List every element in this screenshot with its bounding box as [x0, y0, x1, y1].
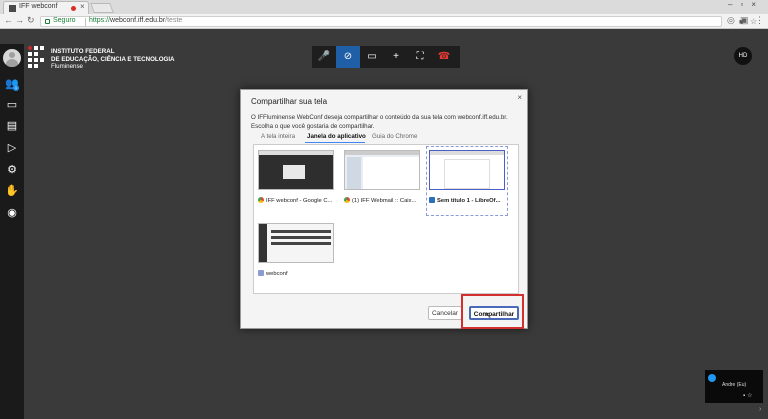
share-screen-dialog: Compartilhar sua tela × O IFFluminense W… [240, 89, 528, 329]
window-label: webconf [258, 270, 338, 277]
fullscreen-icon[interactable]: ⛶ [408, 46, 432, 68]
raise-hand-icon[interactable]: ✋ [5, 184, 19, 198]
window-option[interactable]: IFF webconf - Google C... [256, 147, 336, 215]
dialog-description: O IFFluminense WebConf deseja compartilh… [251, 114, 508, 130]
tab-entire-screen[interactable]: A tela inteira [261, 133, 295, 140]
play-icon[interactable]: ▷ [5, 141, 19, 155]
mouse-cursor-icon: ↖ [485, 311, 492, 320]
tab-application-window[interactable]: Janela do aplicativo [307, 133, 366, 140]
sidebar: 👥 ▭ ▤ ▷ ⚙ ✋ ◉ [0, 44, 24, 419]
call-controls: 🎤 ⊘ ▭ + ⛶ ☎ [312, 46, 460, 68]
writer-icon [429, 197, 435, 203]
browser-tab-strip: IFF webconf × –▫× [0, 0, 768, 14]
close-tab-icon[interactable]: × [80, 2, 85, 11]
window-thumbnail [258, 223, 334, 263]
forward-icon[interactable]: → [15, 15, 24, 25]
expand-arrow-icon[interactable]: › [759, 406, 761, 413]
window-label: Sem título 1 - LibreOf... [429, 197, 509, 204]
chrome-icon [344, 197, 350, 203]
secure-label: Seguro [53, 17, 76, 24]
quality-badge[interactable]: HD [734, 47, 752, 65]
avatar[interactable] [3, 49, 21, 67]
tab-underline [305, 142, 365, 143]
settings-icon[interactable]: ⚙ [5, 163, 19, 177]
menu-icon[interactable]: ⋮ [755, 15, 764, 26]
invite-icon[interactable]: + [384, 46, 408, 68]
eye-icon[interactable]: ◉ [5, 206, 19, 220]
window-controls[interactable]: –▫× [728, 0, 764, 9]
pin-icon[interactable] [708, 374, 716, 382]
self-view[interactable]: Andre (Eu) ▪☆ [705, 370, 763, 403]
screen-share-icon[interactable]: ▭ [360, 46, 384, 68]
hangup-icon[interactable]: ☎ [432, 46, 456, 68]
address-bar[interactable]: Seguro https://webconf.iff.edu.br/teste … [40, 16, 757, 27]
reload-icon[interactable]: ↻ [27, 15, 35, 26]
window-thumbnail [344, 150, 420, 190]
extension-icon[interactable]: ◎ [727, 15, 735, 26]
chat-icon[interactable]: ▭ [5, 98, 19, 112]
favicon-icon [9, 5, 16, 12]
account-icon[interactable]: ▣ [740, 15, 749, 26]
tab-title: IFF webconf [19, 3, 58, 10]
camera-off-icon[interactable]: ⊘ [336, 46, 360, 68]
window-option-selected[interactable]: Sem título 1 - LibreOf... [426, 146, 509, 216]
window-label: (1) IFF Webmail :: Caix... [344, 197, 424, 204]
self-view-status-icons: ▪☆ [743, 393, 755, 399]
window-list: IFF webconf - Google C... (1) IFF Webmai… [253, 144, 519, 294]
browser-toolbar: ← → ↻ Seguro https://webconf.iff.edu.br/… [0, 14, 768, 29]
self-view-name: Andre (Eu) [722, 382, 747, 388]
window-thumbnail [429, 150, 505, 190]
microphone-icon[interactable]: 🎤 [312, 46, 336, 68]
share-button-highlight [461, 294, 524, 329]
close-icon[interactable]: × [517, 93, 522, 102]
browser-tab[interactable]: IFF webconf × [3, 1, 89, 14]
tab-chrome-tab[interactable]: Guia do Chrome [372, 133, 417, 140]
window-thumbnail [258, 150, 334, 190]
dialog-title: Compartilhar sua tela [251, 97, 328, 106]
participants-count-badge: 1 [13, 85, 19, 91]
document-icon[interactable]: ▤ [5, 119, 19, 133]
window-option[interactable]: (1) IFF Webmail :: Caix... [342, 147, 422, 215]
back-icon[interactable]: ← [4, 15, 13, 25]
folder-icon [258, 270, 264, 276]
divider [85, 18, 86, 26]
institution-name: INSTITUTO FEDERAL DE EDUCAÇÃO, CIÊNCIA E… [51, 48, 175, 70]
cancel-button[interactable]: Cancelar [428, 306, 462, 320]
lock-icon [45, 19, 50, 24]
window-label: IFF webconf - Google C... [258, 197, 338, 204]
url-text[interactable]: https://webconf.iff.edu.br/teste [89, 17, 182, 24]
institution-logo [28, 46, 48, 72]
new-tab-button[interactable] [90, 3, 114, 13]
chrome-icon [258, 197, 264, 203]
recording-indicator-icon [71, 6, 76, 11]
window-option[interactable]: webconf [256, 220, 336, 288]
